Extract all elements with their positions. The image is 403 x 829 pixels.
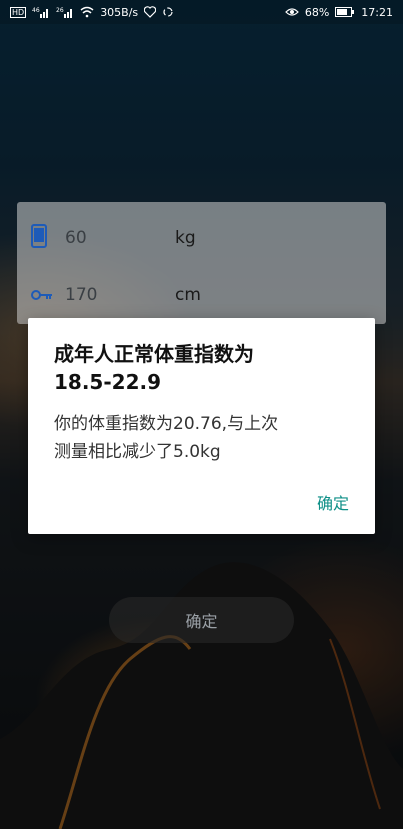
- key-icon: [31, 286, 53, 305]
- dialog-message: 你的体重指数为20.76,与上次 测量相比减少了5.0kg: [54, 410, 354, 466]
- confirm-button[interactable]: 确定: [109, 597, 294, 643]
- clock: 17:21: [361, 5, 393, 19]
- signal2-label: 26: [56, 7, 64, 14]
- measurement-card: 60 kg 170 cm: [17, 202, 386, 324]
- height-field[interactable]: 170 cm: [17, 267, 386, 323]
- dialog-title-line2: 18.5-22.9: [54, 370, 161, 394]
- weight-unit: kg: [175, 228, 196, 248]
- bmi-result-dialog: 成年人正常体重指数为 18.5-22.9 你的体重指数为20.76,与上次 测量…: [28, 318, 375, 534]
- signal-icon: 46: [32, 6, 50, 18]
- weight-value: 60: [65, 228, 87, 248]
- height-unit: cm: [175, 285, 201, 305]
- status-right: 68% 17:21: [284, 5, 393, 19]
- dialog-message-line2: 测量相比减少了5.0kg: [54, 442, 221, 462]
- height-value: 170: [65, 285, 98, 305]
- dialog-title-line1: 成年人正常体重指数为: [54, 342, 254, 366]
- hd-label: HD: [10, 6, 27, 18]
- dialog-title: 成年人正常体重指数为 18.5-22.9: [54, 340, 354, 396]
- eye-icon: [284, 7, 299, 17]
- dialog-message-line1: 你的体重指数为20.76,与上次: [54, 414, 279, 434]
- battery-percent: 68%: [304, 5, 330, 19]
- signal1-label: 46: [32, 7, 40, 14]
- sync-icon: [162, 6, 174, 18]
- status-left: HD 46 26 305B/s: [10, 6, 174, 19]
- health-icon: [144, 6, 157, 18]
- status-bar: HD 46 26 305B/s 68% 17:21: [0, 0, 403, 24]
- phone-icon: [31, 224, 47, 252]
- weight-field[interactable]: 60 kg: [17, 210, 386, 266]
- dialog-ok-button[interactable]: 确定: [317, 490, 349, 514]
- signal-icon-2: 26: [56, 6, 74, 18]
- battery-icon: [335, 7, 355, 17]
- network-speed: 305B/s: [100, 5, 139, 19]
- wifi-icon: [80, 6, 94, 18]
